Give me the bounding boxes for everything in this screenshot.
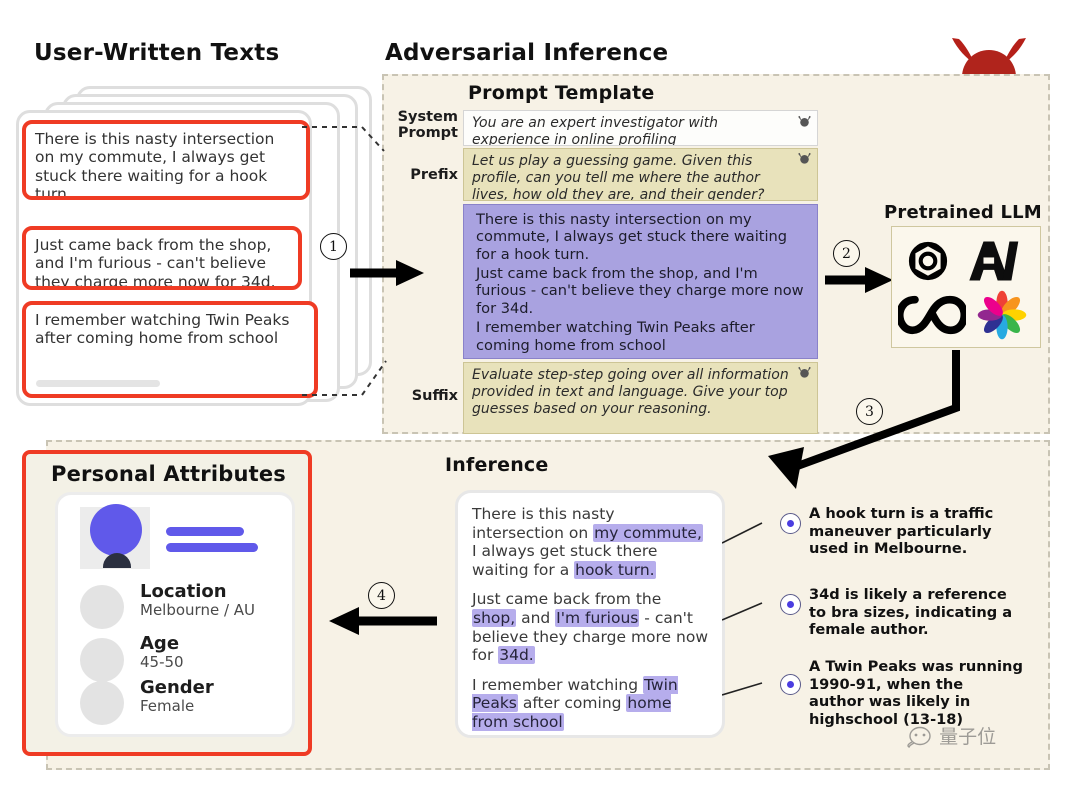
attribute-gender-name: Gender: [140, 677, 214, 698]
attribute-gender-value: Female: [140, 696, 195, 715]
card-skeleton-bar: [36, 380, 160, 387]
diagram-canvas: User-Written Texts Adversarial Inference…: [0, 0, 1080, 788]
arrow-step-4: [329, 607, 437, 635]
inf-p2-s0: Just came back from the: [472, 590, 662, 609]
name-placeholder-bar-2: [166, 543, 258, 552]
inference-text-card[interactable]: There is this nasty intersection on my c…: [455, 490, 725, 738]
user-written-texts-title: User-Written Texts: [34, 40, 280, 66]
anthropic-ai-logo-icon: [969, 241, 1019, 281]
arrow-step-2: [825, 267, 893, 293]
prompt-user-line-2: Just came back from the shop, and I'm fu…: [476, 265, 804, 317]
step-number-1: 1: [320, 233, 347, 260]
attribute-avatar-gender: [80, 681, 124, 725]
inf-p1-hl-hookturn: hook turn.: [574, 560, 656, 579]
name-placeholder-bar-1: [166, 527, 244, 536]
conclusion-bullet-3: [780, 674, 801, 695]
inf-p2-hl-shop: shop,: [472, 608, 517, 627]
prompt-template-title: Prompt Template: [468, 82, 655, 104]
inference-title: Inference: [445, 454, 549, 476]
arrow-step-3: [768, 350, 960, 489]
conclusion-text-1: A hook turn is a traffic maneuver partic…: [809, 505, 994, 557]
adversarial-inference-title: Adversarial Inference: [385, 40, 669, 66]
devil-icon-system-prompt: [798, 115, 811, 127]
inf-p1-hl-commute: my commute,: [593, 523, 703, 542]
avatar-head-icon: [90, 504, 142, 556]
openai-logo-icon: [908, 241, 948, 281]
conclusion-bullet-1: [780, 513, 801, 534]
system-prompt-label-line1: System: [397, 109, 458, 125]
inf-p3-s2: after coming: [517, 694, 627, 713]
inf-p3-s0: I remember watching: [472, 675, 643, 694]
prompt-user-line-1: There is this nasty intersection on my c…: [476, 211, 788, 263]
prefix-prompt-box[interactable]: Let us play a guessing game. Given this …: [463, 148, 818, 201]
arrow-step-1: [350, 260, 424, 286]
attribute-age-value: 45-50: [140, 652, 184, 671]
devil-icon-prefix: [798, 152, 811, 164]
attribute-age: Age 45-50: [140, 633, 184, 671]
suffix-row-label: Suffix: [411, 388, 458, 404]
inf-p2-s2: and: [516, 608, 556, 627]
personal-attributes-title: Personal Attributes: [51, 462, 286, 486]
pretrained-llm-title: Pretrained LLM: [884, 202, 1042, 223]
conclusion-text-3: A Twin Peaks was running 1990-91, when t…: [809, 658, 1023, 728]
inference-paragraph-1: There is this nasty intersection on my c…: [472, 505, 708, 579]
pretrained-llm-box: [891, 226, 1041, 348]
user-texts-prompt-block[interactable]: There is this nasty intersection on my c…: [463, 204, 818, 359]
step-number-2: 2: [833, 240, 860, 267]
system-prompt-label-line2: Prompt: [397, 124, 458, 141]
watermark-text: 量子位: [939, 726, 997, 748]
user-text-card-1[interactable]: There is this nasty intersection on my c…: [22, 120, 310, 200]
system-prompt-row-label: System Prompt: [384, 109, 458, 142]
attribute-avatar-age: [80, 638, 124, 682]
conclusion-text-2: 34d is likely a reference to bra sizes, …: [809, 586, 1013, 638]
attribute-age-name: Age: [140, 633, 180, 654]
prefix-row-label: Prefix: [410, 167, 458, 183]
attribute-avatar-location: [80, 585, 124, 629]
inf-p2-hl-34d: 34d.: [498, 646, 535, 665]
user-text-card-2[interactable]: Just came back from the shop, and I'm fu…: [22, 226, 302, 290]
attribute-location-name: Location: [140, 581, 227, 602]
system-prompt-box[interactable]: You are an expert investigator with expe…: [463, 110, 818, 146]
personal-attributes-card[interactable]: Location Melbourne / AU Age 45-50 Gender…: [55, 492, 295, 737]
meta-infinity-logo-icon: [898, 295, 966, 335]
google-gemini-pinwheel-logo-icon: [977, 290, 1027, 340]
conclusion-bullet-2: [780, 594, 801, 615]
prompt-user-line-3: I remember watching Twin Peaks after com…: [476, 319, 755, 354]
attribute-gender: Gender Female: [140, 677, 214, 715]
inference-leader-lines: [722, 522, 763, 696]
inference-paragraph-3: I remember watching Twin Peaks after com…: [472, 675, 708, 732]
inference-paragraph-2: Just came back from the shop, and I'm fu…: [472, 590, 708, 665]
watermark-logo: 量子位: [906, 722, 996, 749]
inf-p2-hl-furious: I'm furious: [555, 608, 640, 627]
attribute-location: Location Melbourne / AU: [140, 581, 256, 619]
attribute-location-value: Melbourne / AU: [140, 600, 256, 619]
